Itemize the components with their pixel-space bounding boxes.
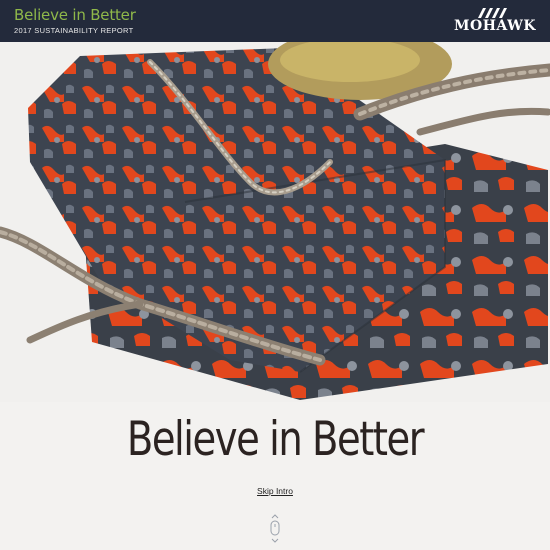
top-header-bar: Believe in Better 2017 SUSTAINABILITY RE…: [0, 0, 550, 42]
report-subtitle: 2017 SUSTAINABILITY REPORT: [14, 26, 134, 35]
mohawk-logo[interactable]: MOHAWK: [454, 8, 536, 36]
hero-headline: Believe in Better: [126, 412, 425, 467]
report-title[interactable]: Believe in Better: [14, 6, 136, 24]
mohawk-logo-icon: [478, 8, 507, 18]
mouse-scroll-icon[interactable]: [266, 514, 284, 546]
logo-wordmark: MOHAWK: [454, 18, 536, 34]
hero-carpet-image: [0, 42, 550, 402]
skip-intro-link[interactable]: Skip Intro: [0, 486, 550, 496]
